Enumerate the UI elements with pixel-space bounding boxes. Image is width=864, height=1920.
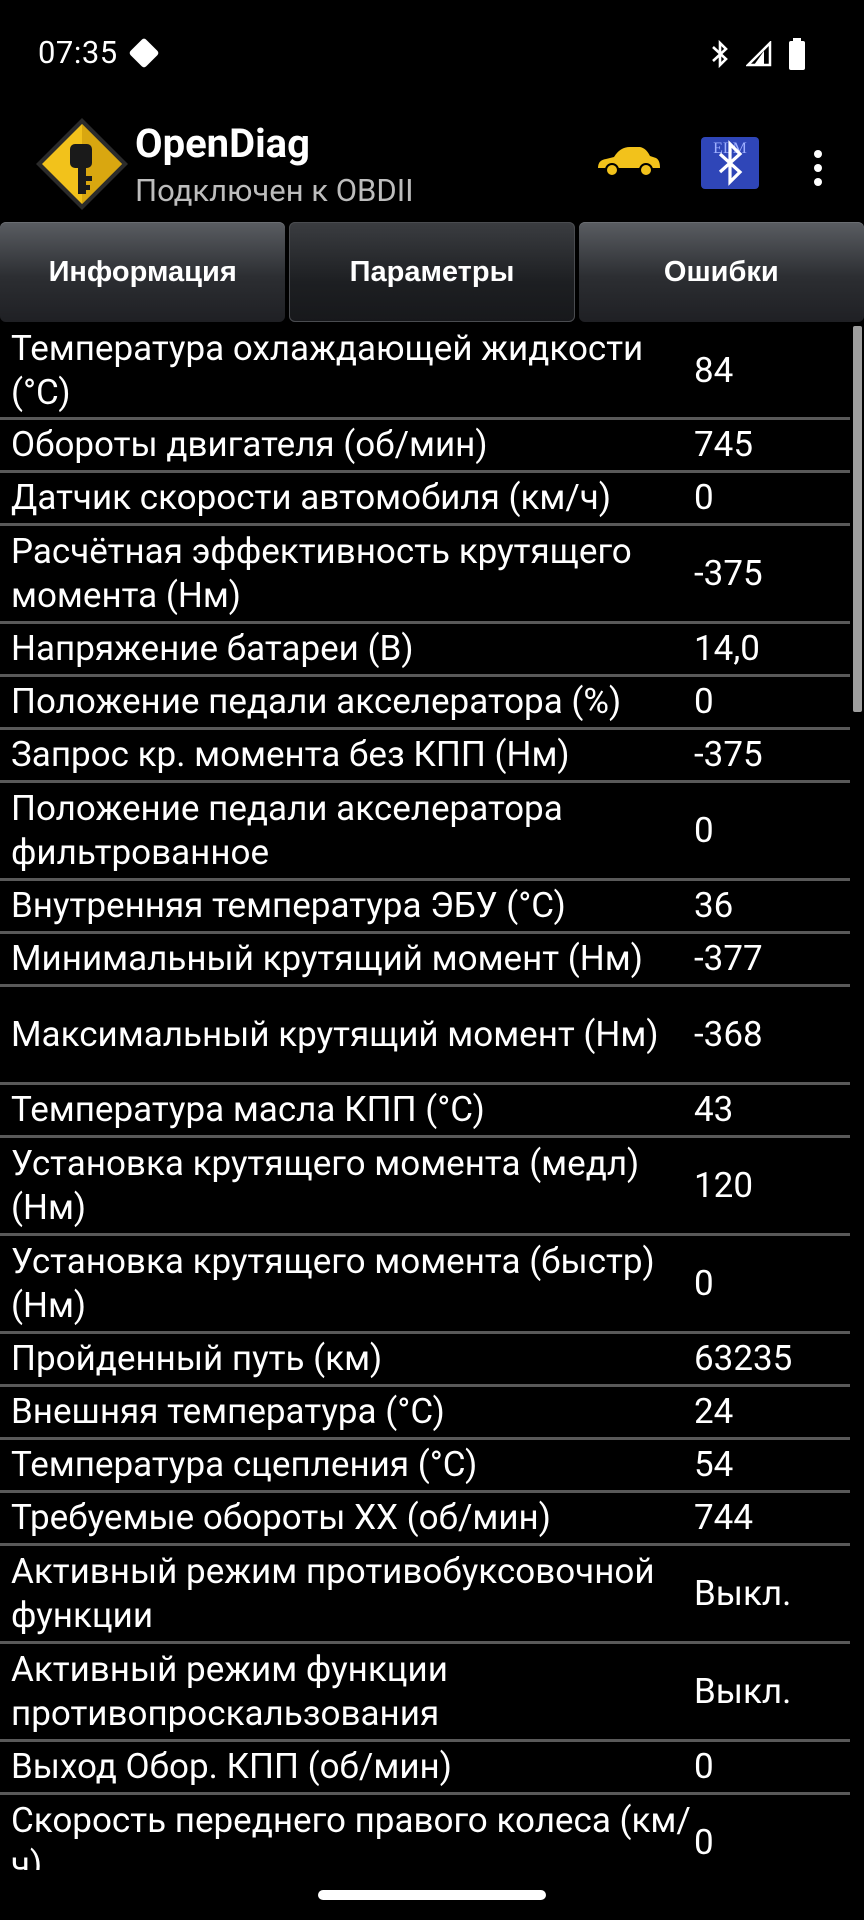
parameter-label: Установка крутящего момента (быстр) (Нм) [11, 1240, 655, 1326]
parameter-value: 0 [694, 1262, 714, 1304]
status-time: 07:35 [38, 34, 118, 71]
parameter-label: Расчётная эффективность крутящего момент… [11, 530, 632, 616]
parameter-value: 14,0 [694, 628, 760, 669]
parameter-row[interactable]: Запрос кр. момента без КПП (Нм) -375 [0, 730, 850, 783]
battery-icon [789, 38, 805, 70]
tab-information[interactable]: Информация [0, 222, 286, 322]
parameter-value: 54 [694, 1444, 734, 1485]
parameter-label: Обороты двигателя (об/мин) [11, 424, 488, 465]
home-indicator[interactable] [318, 1890, 546, 1900]
parameter-value: 0 [694, 477, 714, 518]
parameter-row[interactable]: Установка крутящего момента (медл) (Нм) … [0, 1138, 850, 1236]
parameter-value: 36 [694, 885, 734, 926]
parameter-row[interactable]: Внутренняя температура ЭБУ (°С) 36 [0, 881, 850, 934]
parameter-value: 0 [694, 1821, 714, 1863]
parameter-row[interactable]: Напряжение батареи (В) 14,0 [0, 624, 850, 677]
parameter-row[interactable]: Температура охлаждающей жидкости (°С) 84 [0, 324, 850, 420]
parameter-label: Запрос кр. момента без КПП (Нм) [11, 734, 570, 775]
parameter-value: 63235 [694, 1338, 793, 1379]
app-title: OpenDiag [135, 120, 310, 167]
parameter-row[interactable]: Выход Обор. КПП (об/мин) 0 [0, 1742, 850, 1795]
parameter-label: Положение педали акселератора (%) [11, 681, 622, 722]
parameter-value: Выкл. [694, 1572, 792, 1614]
parameter-value: -375 [694, 734, 763, 775]
parameter-value: 120 [694, 1164, 754, 1206]
list-scrollbar[interactable] [853, 326, 862, 712]
bluetooth-adapter-icon[interactable]: ELM [700, 136, 760, 190]
parameter-row[interactable]: Датчик скорости автомобиля (км/ч) 0 [0, 473, 850, 526]
signal-icon [746, 41, 772, 67]
tab-bar: Информация Параметры Ошибки [0, 222, 864, 324]
parameter-row[interactable]: Температура масла КПП (°С) 43 [0, 1085, 850, 1138]
parameter-row[interactable]: Пройденный путь (км) 63235 [0, 1334, 850, 1387]
parameter-row[interactable]: Обороты двигателя (об/мин) 745 [0, 420, 850, 473]
parameter-row[interactable]: Максимальный крутящий момент (Нм) -368 [0, 987, 850, 1085]
parameter-row[interactable]: Минимальный крутящий момент (Нм) -377 [0, 934, 850, 987]
parameter-label: Скорость переднего правого колеса (км/ч) [11, 1799, 691, 1871]
parameter-row[interactable]: Активный режим функции противопроскальзо… [0, 1644, 850, 1742]
parameter-row[interactable]: Активный режим противобуксовочной функци… [0, 1546, 850, 1644]
parameter-row[interactable]: Внешняя температура (°С) 24 [0, 1387, 850, 1440]
parameters-list[interactable]: Температура охлаждающей жидкости (°С) 84… [0, 324, 850, 1870]
parameter-label: Внутренняя температура ЭБУ (°С) [11, 885, 566, 926]
overflow-menu-icon[interactable] [806, 148, 830, 188]
parameter-label: Выход Обор. КПП (об/мин) [11, 1746, 452, 1787]
notification-diamond-icon [128, 37, 160, 69]
parameter-value: -375 [694, 552, 763, 594]
parameter-row[interactable]: Скорость переднего правого колеса (км/ч)… [0, 1795, 850, 1871]
app-logo-icon [36, 118, 128, 210]
parameter-value: -368 [694, 1013, 763, 1055]
parameter-value: 744 [694, 1497, 754, 1538]
parameter-label: Установка крутящего момента (медл) (Нм) [11, 1142, 640, 1228]
parameter-label: Активный режим функции противопроскальзо… [11, 1648, 448, 1734]
parameter-row[interactable]: Температура сцепления (°С) 54 [0, 1440, 850, 1493]
parameter-label: Требуемые обороты ХХ (об/мин) [11, 1497, 551, 1538]
tab-errors[interactable]: Ошибки [578, 222, 864, 322]
parameter-label: Напряжение батареи (В) [11, 628, 414, 669]
parameter-label: Температура сцепления (°С) [11, 1444, 478, 1485]
car-icon[interactable] [594, 142, 662, 178]
parameter-row[interactable]: Требуемые обороты ХХ (об/мин) 744 [0, 1493, 850, 1546]
parameter-value: 24 [694, 1391, 734, 1432]
parameter-value: 745 [694, 424, 754, 465]
parameter-value: 84 [694, 349, 734, 391]
parameter-row[interactable]: Установка крутящего момента (быстр) (Нм)… [0, 1236, 850, 1334]
bluetooth-status-icon [712, 39, 728, 69]
parameter-label: Пройденный путь (км) [11, 1338, 383, 1379]
parameter-value: 0 [694, 1746, 714, 1787]
parameter-label: Минимальный крутящий момент (Нм) [11, 938, 643, 979]
parameter-value: 43 [694, 1089, 734, 1130]
status-bar: 07:35 [0, 0, 864, 106]
parameter-row[interactable]: Положение педали акселератора фильтрован… [0, 783, 850, 881]
parameter-label: Температура охлаждающей жидкости (°С) [11, 327, 644, 413]
parameter-row[interactable]: Расчётная эффективность крутящего момент… [0, 526, 850, 624]
tab-parameters[interactable]: Параметры [289, 222, 575, 322]
parameter-label: Максимальный крутящий момент (Нм) [11, 1013, 659, 1055]
parameter-label: Внешняя температура (°С) [11, 1391, 445, 1432]
parameter-value: -377 [694, 938, 763, 979]
system-icons [710, 38, 806, 70]
parameter-row[interactable]: Положение педали акселератора (%) 0 [0, 677, 850, 730]
parameter-label: Положение педали акселератора фильтрован… [11, 787, 563, 873]
parameter-value: Выкл. [694, 1670, 792, 1712]
app-bar: OpenDiag Подключен к OBDII ELM [0, 106, 864, 222]
parameter-label: Температура масла КПП (°С) [11, 1089, 485, 1130]
parameter-label: Датчик скорости автомобиля (км/ч) [11, 477, 612, 518]
parameter-value: 0 [694, 809, 714, 851]
parameter-value: 0 [694, 681, 714, 722]
connection-status: Подключен к OBDII [135, 172, 414, 209]
parameter-label: Активный режим противобуксовочной функци… [11, 1550, 655, 1636]
